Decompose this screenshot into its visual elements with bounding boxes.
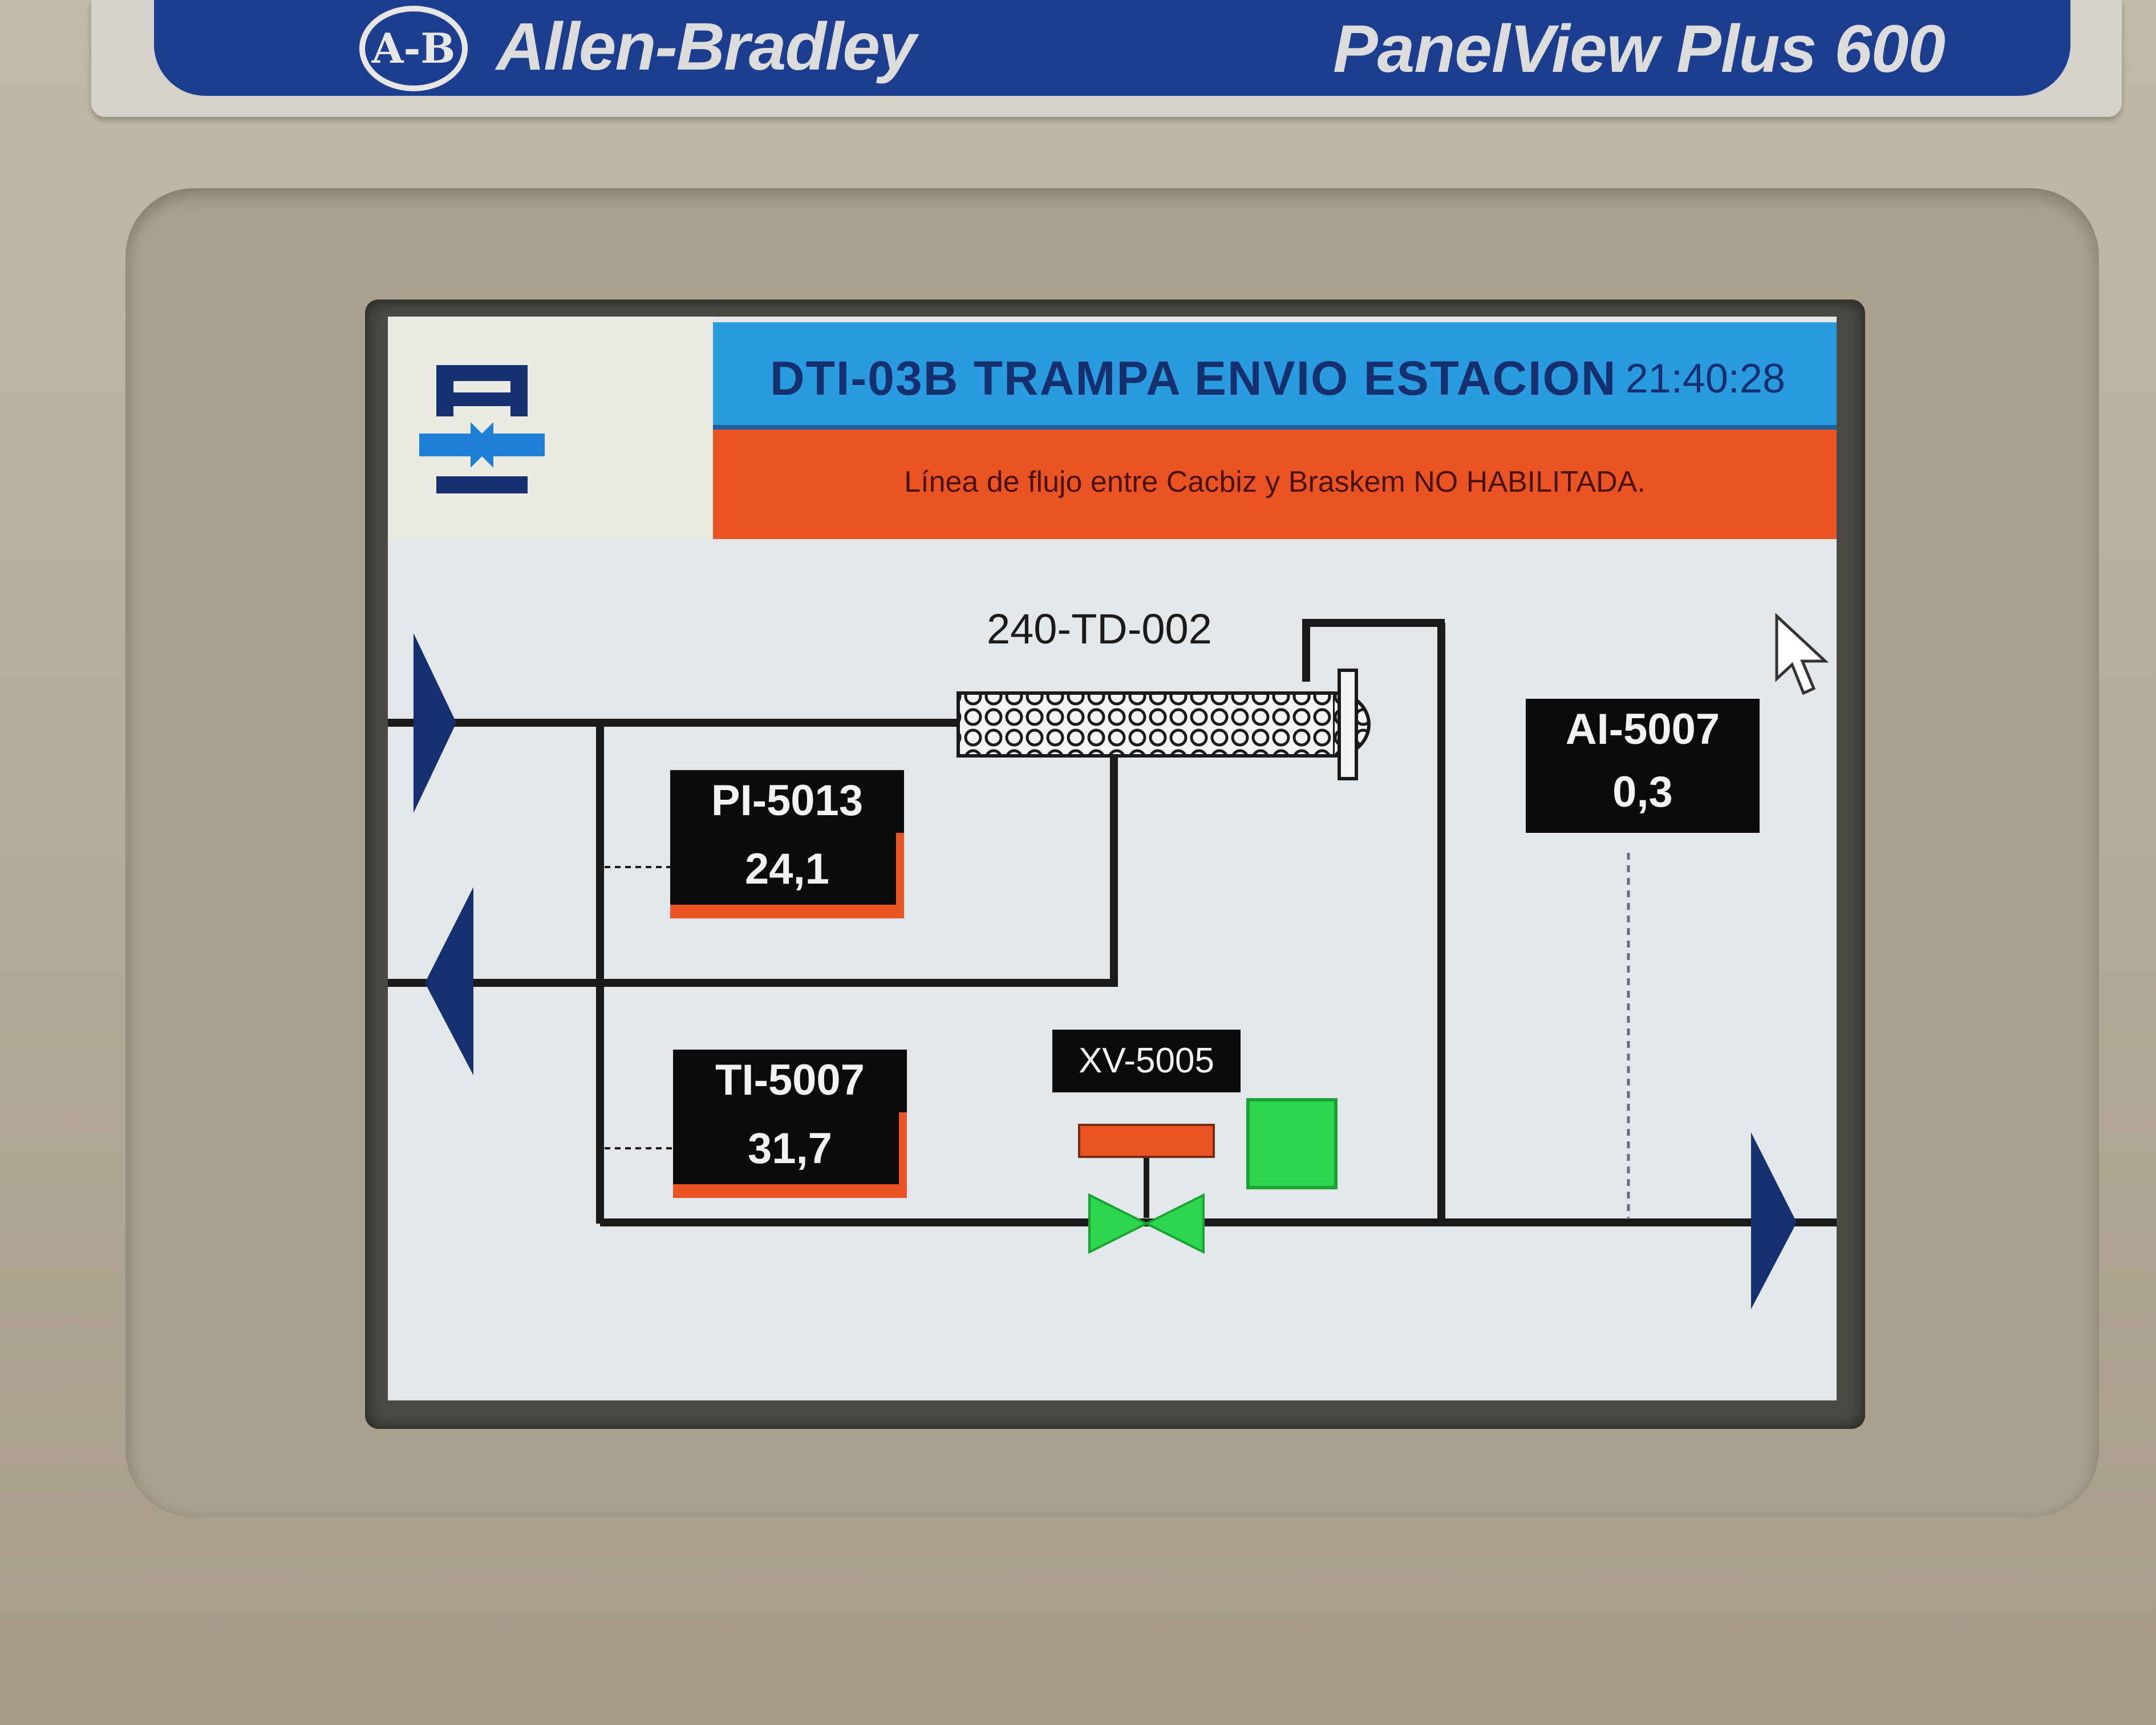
pig-trap-flange xyxy=(1338,669,1358,780)
brand-name: Allen-Bradley xyxy=(496,9,917,84)
valve-body-left xyxy=(1088,1193,1149,1254)
inlet-arrow xyxy=(414,633,456,813)
pi-5013-display[interactable]: PI-5013 24,1 xyxy=(670,770,904,918)
xv-5005-label[interactable]: XV-5005 xyxy=(1052,1030,1241,1092)
pi-tag-name: PI-5013 xyxy=(711,776,864,825)
ai-tag-name: AI-5007 xyxy=(1565,705,1720,754)
pi-tag-value: 24,1 xyxy=(745,845,829,893)
ti-tag-name: TI-5007 xyxy=(715,1056,865,1104)
valve-body-right xyxy=(1144,1193,1205,1254)
ai-5007-display[interactable]: AI-5007 0,3 xyxy=(1526,699,1760,833)
ti-5007-display[interactable]: TI-5007 31,7 xyxy=(673,1050,907,1198)
model-name: PanelView Plus 600 xyxy=(1333,11,1946,87)
ai-tag-value: 0,3 xyxy=(1612,768,1673,816)
allen-bradley-logo: A-B xyxy=(359,6,468,91)
pig-trap-body xyxy=(957,691,1336,758)
piping-diagram xyxy=(388,619,1837,1309)
outlet-arrow xyxy=(1751,1132,1797,1309)
ti-tag-value: 31,7 xyxy=(748,1124,832,1173)
pi-accent xyxy=(670,905,904,918)
ti-accent-side xyxy=(899,1112,907,1198)
ti-accent xyxy=(673,1184,907,1198)
cursor-icon xyxy=(1775,613,1829,695)
brand-band: A-B Allen-Bradley PanelView Plus 600 xyxy=(154,0,2070,96)
equipment-label: 240-TD-002 xyxy=(987,605,1212,653)
xv-5005-status-indicator[interactable] xyxy=(1246,1098,1338,1189)
return-arrow xyxy=(425,887,473,1075)
hmi-screen: DTI-03B TRAMPA ENVIO ESTACION 21:40:28 L… xyxy=(388,317,1837,1400)
xv-5005-actuator[interactable] xyxy=(1078,1124,1215,1158)
pi-accent-side xyxy=(896,833,904,918)
